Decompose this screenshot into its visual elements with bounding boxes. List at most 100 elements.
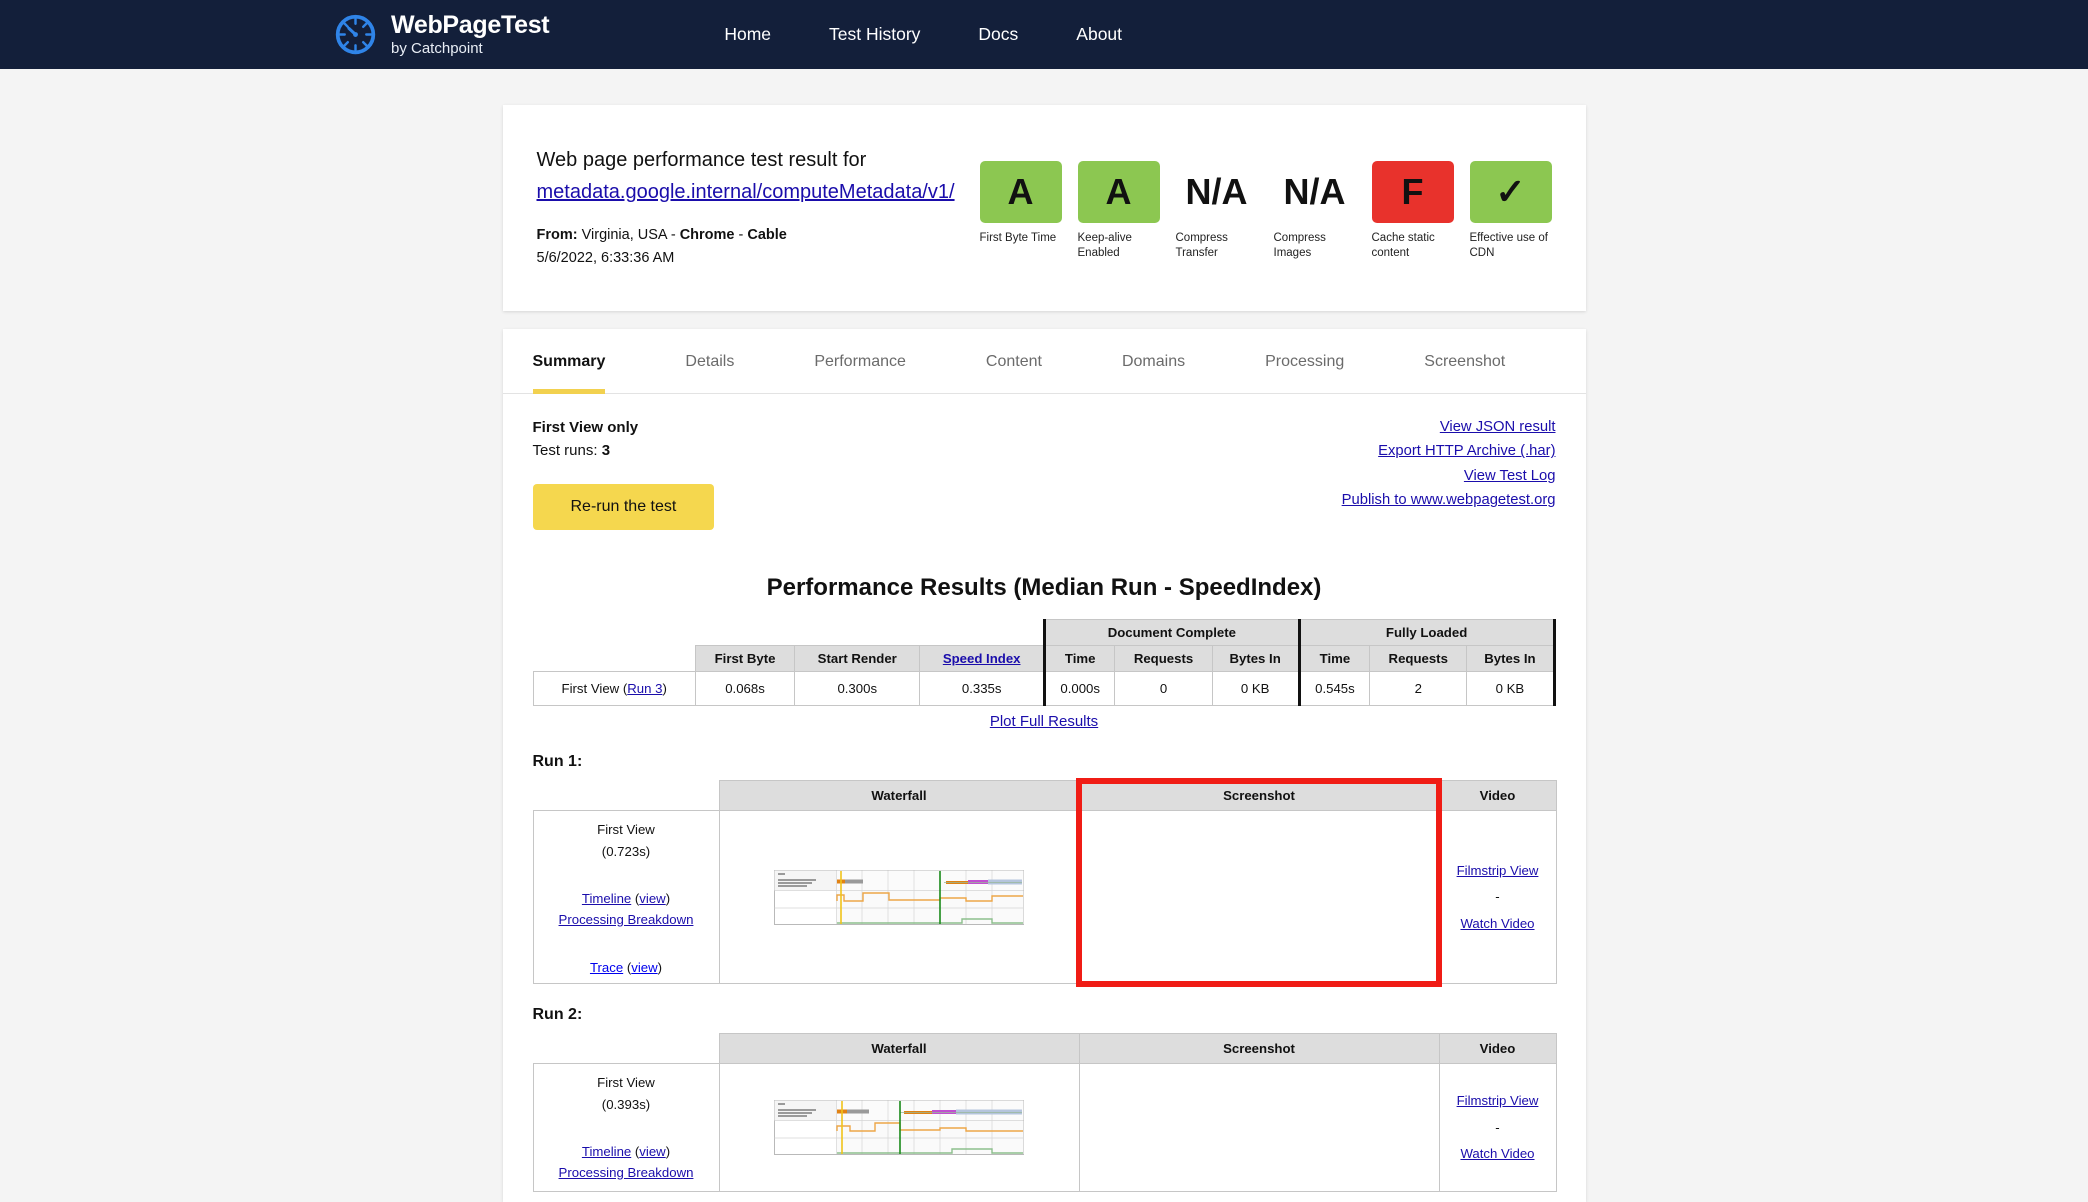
connection-type: Cable (747, 227, 787, 243)
tab-screenshot[interactable]: Screenshot (1424, 329, 1505, 393)
run-1-links: Timeline (view) Processing Breakdown (538, 888, 715, 931)
median-run-link[interactable]: Run 3 (627, 681, 662, 696)
plot-full-results-wrap: Plot Full Results (503, 713, 1586, 731)
run-2-header-waterfall: Waterfall (718, 1033, 1080, 1065)
from-location: Virginia, USA (581, 227, 667, 243)
results-tabs: Summary Details Performance Content Doma… (502, 329, 1586, 394)
view-json-result-link[interactable]: View JSON result (1342, 419, 1556, 435)
run-2-screenshot-cell[interactable] (1078, 1063, 1440, 1193)
run-2-block: Run 2: Waterfall Screenshot Video First … (503, 1006, 1586, 1193)
view-test-log-link[interactable]: View Test Log (1342, 468, 1556, 484)
run-2-view-info: First View (0.393s) (538, 1072, 715, 1114)
run-1-view-label: First View (597, 822, 655, 838)
run-2-waterfall-cell[interactable] (718, 1063, 1080, 1193)
page-body: Web page performance test result for met… (0, 105, 2088, 1202)
tested-url-link[interactable]: metadata.google.internal/computeMetadata… (537, 181, 955, 204)
sep-1: - (666, 227, 680, 243)
val-dc-bytes-in: 0 KB (1211, 671, 1301, 707)
run-1-trace-view-link[interactable]: view (631, 960, 657, 975)
run-1-data-row: First View (0.723s) Timeline (view) Proc… (532, 810, 1557, 985)
nav-link-test-history[interactable]: Test History (829, 24, 920, 45)
nav-link-docs[interactable]: Docs (978, 24, 1018, 45)
run-2-timeline-view-link[interactable]: view (639, 1144, 665, 1159)
grade-label: Compress Transfer (1175, 232, 1228, 259)
run-2-table: Waterfall Screenshot Video First View (0… (532, 1033, 1557, 1193)
grade-value-box: A (1077, 161, 1160, 223)
run-1-processing-line: Processing Breakdown (538, 909, 715, 930)
plot-full-results-link[interactable]: Plot Full Results (990, 713, 1098, 730)
run-1-waterfall-cell[interactable] (718, 810, 1080, 985)
grade-compress-transfer[interactable]: N/A Compress Transfer (1176, 161, 1258, 260)
val-fl-time: 0.545s (1298, 671, 1371, 707)
val-start-render: 0.300s (794, 671, 921, 707)
tab-details[interactable]: Details (685, 329, 734, 393)
col-speed-index[interactable]: Speed Index (919, 645, 1045, 673)
run-2-processing-line: Processing Breakdown (538, 1162, 715, 1183)
run-2-waterfall-thumbnail (774, 1100, 1024, 1156)
nav-link-home[interactable]: Home (724, 24, 771, 45)
run-2-video-cell: Filmstrip View - Watch Video (1438, 1063, 1557, 1193)
tab-domains[interactable]: Domains (1122, 329, 1185, 393)
run-1-screenshot-cell[interactable] (1078, 810, 1440, 985)
brand[interactable]: WebPageTest by Catchpoint (333, 11, 550, 57)
col-start-render: Start Render (794, 645, 921, 673)
re-run-test-button[interactable]: Re-run the test (532, 484, 715, 531)
grade-compress-images[interactable]: N/A Compress Images (1274, 161, 1356, 260)
run-1-processing-breakdown-link[interactable]: Processing Breakdown (559, 912, 694, 927)
sep-2: - (734, 227, 748, 243)
first-view-only-label: First View only (532, 418, 639, 436)
run-1-timeline-link[interactable]: Timeline (582, 891, 631, 906)
speed-index-link[interactable]: Speed Index (943, 651, 1021, 666)
export-har-link[interactable]: Export HTTP Archive (.har) (1342, 443, 1555, 459)
tab-performance[interactable]: Performance (814, 329, 906, 393)
spacer-first-byte (695, 620, 794, 646)
spacer-start-render (795, 620, 920, 646)
run-2-filmstrip-view-link[interactable]: Filmstrip View (1457, 1093, 1539, 1108)
row-label-cell: First View (Run 3) (532, 671, 696, 707)
tab-processing[interactable]: Processing (1265, 329, 1344, 393)
grade-keep-alive-enabled[interactable]: A Keep-alive Enabled (1077, 161, 1160, 260)
grade-effective-use-of-cdn[interactable]: ✓ Effective use of CDN (1469, 161, 1552, 260)
run-1-table: Waterfall Screenshot Video First View (0… (532, 780, 1557, 985)
nav-link-about[interactable]: About (1076, 24, 1122, 45)
run-1-corner-cell (533, 781, 719, 811)
col-fl-requests: Requests (1369, 645, 1468, 673)
grade-value-box: N/A (1185, 171, 1248, 212)
run-1-timeline-view-link[interactable]: view (639, 891, 665, 906)
grade-first-byte-time[interactable]: A First Byte Time (979, 161, 1062, 260)
run-1-watch-video-link[interactable]: Watch Video (1460, 916, 1534, 931)
run-2-timeline-line: Timeline (view) (581, 1143, 671, 1159)
run-1-filmstrip-view-link[interactable]: Filmstrip View (1457, 863, 1539, 878)
speedometer-icon (335, 14, 376, 55)
performance-results-title: Performance Results (Median Run - SpeedI… (766, 574, 1322, 602)
run-1-header-screenshot: Screenshot (1078, 780, 1440, 812)
run-2-processing-breakdown-link[interactable]: Processing Breakdown (559, 1165, 694, 1180)
run-2-header-row: Waterfall Screenshot Video (533, 1033, 1557, 1065)
summary-links: View JSON result Export HTTP Archive (.h… (1342, 416, 1556, 531)
row-label-prefix: First View ( (561, 681, 628, 697)
tab-summary[interactable]: Summary (532, 329, 605, 394)
result-header-info: Web page performance test result for met… (537, 149, 980, 271)
test-runs-value: 3 (601, 442, 611, 460)
brand-title: WebPageTest (391, 11, 550, 39)
top-navbar: WebPageTest by Catchpoint Home Test Hist… (0, 0, 2088, 69)
publish-to-wpt-link[interactable]: Publish to www.webpagetest.org (1342, 492, 1556, 508)
run-2-timeline-link[interactable]: Timeline (582, 1144, 631, 1159)
run-2-title: Run 2: (532, 1006, 583, 1024)
test-runs-line: Test runs: 3 (533, 439, 715, 462)
summary-info: First View only Test runs: 3 Re-run the … (532, 416, 715, 531)
val-fl-requests: 2 (1369, 671, 1468, 707)
col-dc-bytes-in: Bytes In (1211, 645, 1301, 673)
run-1-trace-link[interactable]: Trace (590, 960, 623, 975)
result-timestamp: 5/6/2022, 6:33:36 AM (536, 250, 675, 267)
grade-cache-static-content[interactable]: F Cache static content (1371, 161, 1454, 260)
run-1-label-cell: First View (0.723s) Timeline (view) Proc… (532, 810, 720, 985)
run-1-video-cell: Filmstrip View - Watch Video (1438, 810, 1557, 985)
grade-label: Effective use of CDN (1469, 232, 1548, 259)
nav-links: Home Test History Docs About (724, 24, 1122, 45)
run-2-watch-video-link[interactable]: Watch Video (1460, 1146, 1534, 1161)
empty-corner-cell (533, 620, 695, 672)
run-2-corner-cell (533, 1034, 719, 1064)
tab-content[interactable]: Content (986, 329, 1042, 393)
performance-results-table: Document Complete Fully Loaded First Byt… (532, 619, 1556, 707)
